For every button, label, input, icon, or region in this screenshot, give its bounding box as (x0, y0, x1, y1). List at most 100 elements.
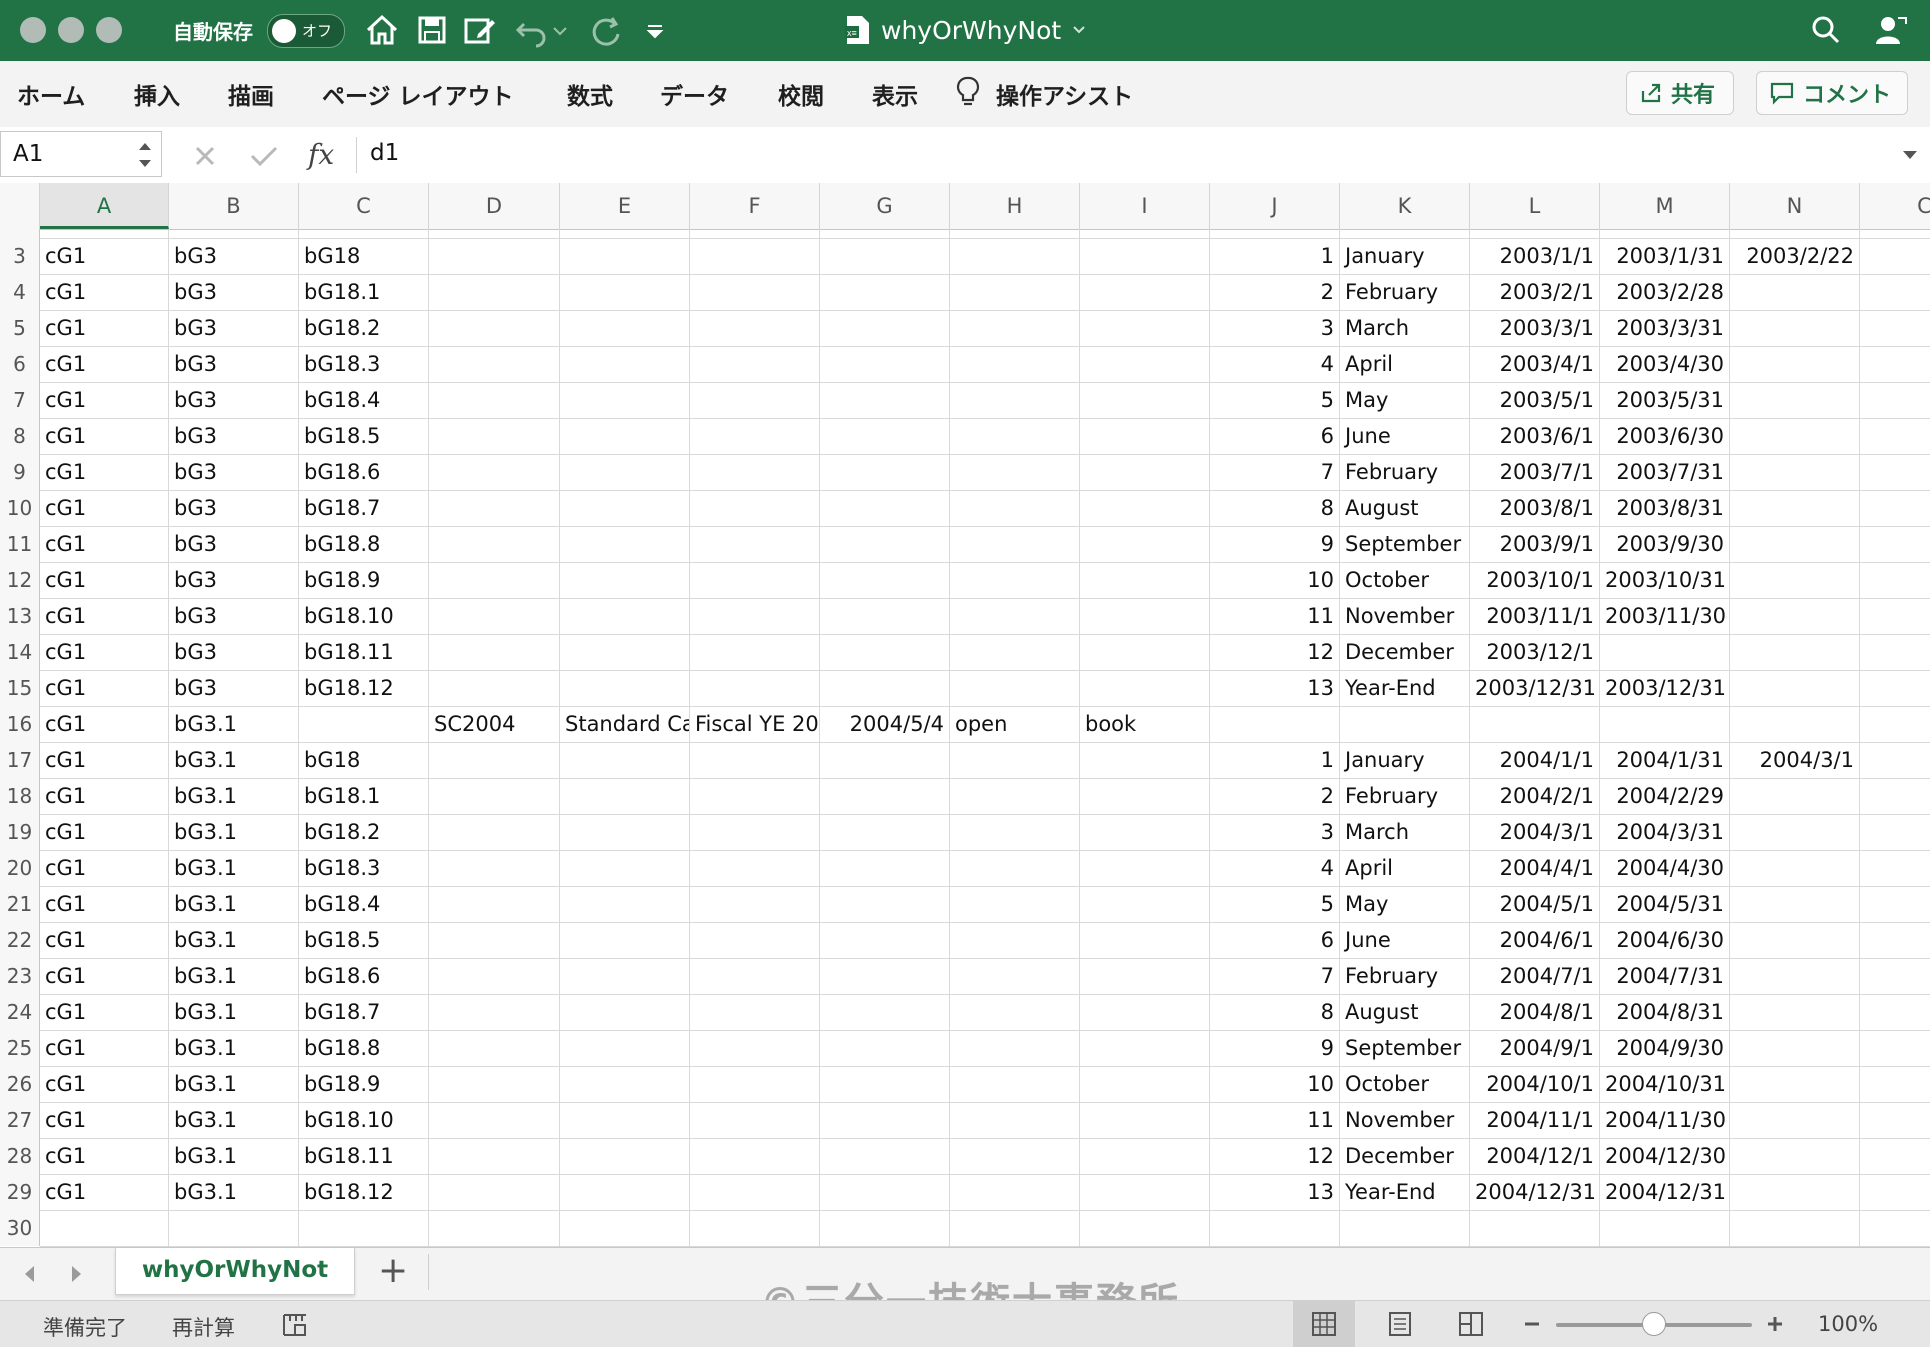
row-header[interactable]: 12 (0, 562, 40, 598)
cell-m4[interactable]: 2003/2/28 (1600, 274, 1729, 310)
row-header[interactable]: 13 (0, 598, 40, 634)
cell-b17[interactable]: bG3.1 (169, 742, 298, 778)
column-header-k[interactable]: K (1340, 183, 1470, 229)
cell-b15[interactable]: bG3 (169, 670, 298, 706)
cell-l10[interactable]: 2003/8/1 (1470, 490, 1599, 526)
page-break-view-button[interactable] (1440, 1301, 1502, 1347)
cell-a3[interactable]: cG1 (40, 238, 168, 274)
row-header[interactable]: 18 (0, 778, 40, 814)
tab-data[interactable]: データ (660, 77, 729, 111)
cell-c10[interactable]: bG18.7 (299, 490, 428, 526)
zoom-in-icon[interactable] (1765, 1314, 1785, 1334)
document-title-area[interactable]: x≡ whyOrWhyNot (845, 10, 1087, 50)
cell-b13[interactable]: bG3 (169, 598, 298, 634)
cell-k20[interactable]: April (1340, 850, 1469, 886)
confirm-entry-icon[interactable] (248, 141, 280, 171)
cell-j3[interactable]: 1 (1210, 238, 1339, 274)
cell-c18[interactable]: bG18.1 (299, 778, 428, 814)
cell-j13[interactable]: 11 (1210, 598, 1339, 634)
cell-c6[interactable]: bG18.3 (299, 346, 428, 382)
tab-tell-me[interactable]: 操作アシスト (996, 77, 1133, 111)
cell-j17[interactable]: 1 (1210, 742, 1339, 778)
cell-e16[interactable]: Standard Ca (560, 706, 689, 742)
account-icon[interactable] (1870, 10, 1910, 50)
cell-k24[interactable]: August (1340, 994, 1469, 1030)
cell-m21[interactable]: 2004/5/31 (1600, 886, 1729, 922)
page-layout-view-button[interactable] (1369, 1301, 1431, 1347)
cell-m12[interactable]: 2003/10/31 (1600, 562, 1729, 598)
cell-j22[interactable]: 6 (1210, 922, 1339, 958)
cell-k15[interactable]: Year-End (1340, 670, 1469, 706)
cell-b7[interactable]: bG3 (169, 382, 298, 418)
row-header[interactable]: 6 (0, 346, 40, 382)
cell-a25[interactable]: cG1 (40, 1030, 168, 1066)
cell-j6[interactable]: 4 (1210, 346, 1339, 382)
cell-a11[interactable]: cG1 (40, 526, 168, 562)
cell-l27[interactable]: 2004/11/1 (1470, 1102, 1599, 1138)
row-header[interactable]: 27 (0, 1102, 40, 1138)
cell-m7[interactable]: 2003/5/31 (1600, 382, 1729, 418)
cell-k17[interactable]: January (1340, 742, 1469, 778)
cell-c11[interactable]: bG18.8 (299, 526, 428, 562)
cell-k6[interactable]: April (1340, 346, 1469, 382)
spreadsheet-grid[interactable]: 3 cG1 bG3 bG18 1 January 2003/1/1 2003/1/31 2003… (0, 229, 1930, 1247)
cell-m15[interactable]: 2003/12/31 (1600, 670, 1729, 706)
cell-l12[interactable]: 2003/10/1 (1470, 562, 1599, 598)
title-chevron-down-icon[interactable] (1071, 22, 1087, 38)
cell-c17[interactable]: bG18 (299, 742, 428, 778)
row-header[interactable]: 28 (0, 1138, 40, 1174)
cell-a10[interactable]: cG1 (40, 490, 168, 526)
cell-m26[interactable]: 2004/10/31 (1600, 1066, 1729, 1102)
cell-a14[interactable]: cG1 (40, 634, 168, 670)
home-icon[interactable] (362, 10, 402, 50)
cell-j25[interactable]: 9 (1210, 1030, 1339, 1066)
cell-m18[interactable]: 2004/2/29 (1600, 778, 1729, 814)
cell-j23[interactable]: 7 (1210, 958, 1339, 994)
cell-b10[interactable]: bG3 (169, 490, 298, 526)
cell-i16[interactable]: book (1080, 706, 1209, 742)
column-header-l[interactable]: L (1470, 183, 1600, 229)
row-header[interactable]: 23 (0, 958, 40, 994)
cell-b26[interactable]: bG3.1 (169, 1066, 298, 1102)
select-all-corner[interactable] (0, 183, 40, 229)
column-header-c-partial[interactable]: C (1860, 183, 1930, 229)
formula-input[interactable]: d1 (370, 140, 399, 166)
row-header[interactable]: 15 (0, 670, 40, 706)
cell-b24[interactable]: bG3.1 (169, 994, 298, 1030)
column-header-g[interactable]: G (820, 183, 950, 229)
expand-formula-bar-icon[interactable] (1900, 145, 1920, 165)
row-header[interactable]: 9 (0, 454, 40, 490)
cell-b6[interactable]: bG3 (169, 346, 298, 382)
cell-k19[interactable]: March (1340, 814, 1469, 850)
cell-b28[interactable]: bG3.1 (169, 1138, 298, 1174)
cell-b8[interactable]: bG3 (169, 418, 298, 454)
cell-b23[interactable]: bG3.1 (169, 958, 298, 994)
row-header[interactable]: 3 (0, 238, 40, 274)
cell-j19[interactable]: 3 (1210, 814, 1339, 850)
cell-k14[interactable]: December (1340, 634, 1469, 670)
previous-sheet-icon[interactable] (20, 1262, 40, 1286)
comments-button[interactable]: コメント (1756, 71, 1908, 115)
cell-b12[interactable]: bG3 (169, 562, 298, 598)
cell-k8[interactable]: June (1340, 418, 1469, 454)
row-header[interactable]: 7 (0, 382, 40, 418)
row-header[interactable]: 20 (0, 850, 40, 886)
cell-j28[interactable]: 12 (1210, 1138, 1339, 1174)
tab-review[interactable]: 校閲 (778, 77, 824, 111)
search-icon[interactable] (1806, 10, 1846, 50)
cell-n17[interactable]: 2004/3/1 (1730, 742, 1859, 778)
cell-m20[interactable]: 2004/4/30 (1600, 850, 1729, 886)
cell-j18[interactable]: 2 (1210, 778, 1339, 814)
cell-a12[interactable]: cG1 (40, 562, 168, 598)
next-sheet-icon[interactable] (66, 1262, 86, 1286)
cell-m19[interactable]: 2004/3/31 (1600, 814, 1729, 850)
cell-a8[interactable]: cG1 (40, 418, 168, 454)
row-header[interactable]: 16 (0, 706, 40, 742)
cell-c25[interactable]: bG18.8 (299, 1030, 428, 1066)
cell-c12[interactable]: bG18.9 (299, 562, 428, 598)
normal-view-button[interactable] (1293, 1301, 1355, 1347)
row-header[interactable]: 21 (0, 886, 40, 922)
cell-l23[interactable]: 2004/7/1 (1470, 958, 1599, 994)
row-header[interactable]: 14 (0, 634, 40, 670)
cell-a9[interactable]: cG1 (40, 454, 168, 490)
